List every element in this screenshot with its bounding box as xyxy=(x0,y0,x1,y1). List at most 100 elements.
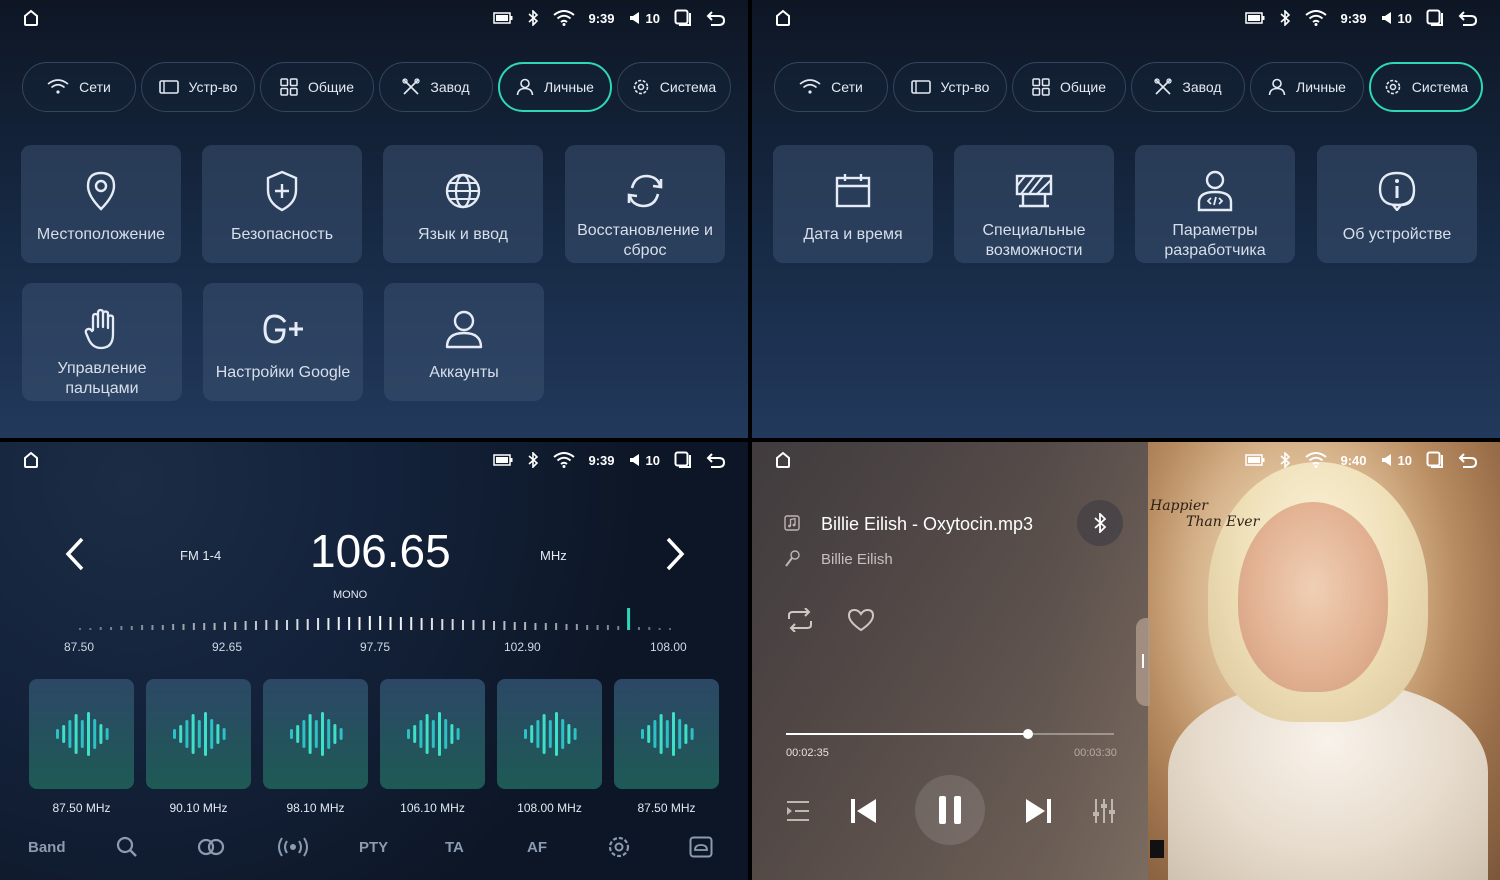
preset-1[interactable]: 87.50 MHz xyxy=(29,679,134,815)
tab-system[interactable]: Система xyxy=(617,62,731,112)
scale-label: 87.50 xyxy=(64,640,95,654)
recent-apps-icon[interactable] xyxy=(1426,451,1444,469)
waveform-bar xyxy=(61,725,65,743)
progress-bar[interactable] xyxy=(786,729,1114,739)
tab-factory[interactable]: Завод xyxy=(1131,62,1245,112)
artist-name: Billie Eilish xyxy=(821,551,893,568)
wifi-icon xyxy=(552,10,575,26)
next-track-icon[interactable] xyxy=(1023,796,1053,826)
home-icon[interactable] xyxy=(22,451,40,469)
pty-button[interactable]: PTY xyxy=(359,832,388,862)
wifi-icon xyxy=(1304,10,1327,26)
preset-2[interactable]: 90.10 MHz xyxy=(146,679,251,815)
waveform-bar xyxy=(573,728,577,740)
preset-3[interactable]: 98.10 MHz xyxy=(263,679,368,815)
preset-label: 98.10 MHz xyxy=(286,801,345,815)
volume-indicator[interactable]: 10 xyxy=(629,453,660,468)
settings-tabs: Сети Устр-во Общие Завод Личные Система xyxy=(22,62,731,112)
gear-icon xyxy=(633,79,649,95)
waveform-bar xyxy=(314,720,318,748)
playlist-icon[interactable] xyxy=(785,799,811,823)
battery-icon xyxy=(1244,454,1264,466)
tab-networks[interactable]: Сети xyxy=(22,62,136,112)
tab-label: Система xyxy=(659,79,717,95)
source-button[interactable] xyxy=(689,832,713,862)
home-icon[interactable] xyxy=(774,451,792,469)
seek-next-arrow-icon[interactable] xyxy=(664,536,686,572)
broadcast-button[interactable] xyxy=(277,832,309,862)
preset-4[interactable]: 106.10 MHz xyxy=(380,679,485,815)
waveform-bar xyxy=(535,720,539,748)
tile-finger-control[interactable]: Управление пальцами xyxy=(22,283,182,401)
tile-location[interactable]: Местоположение xyxy=(21,145,181,263)
tab-general[interactable]: Общие xyxy=(1012,62,1126,112)
bluetooth-button[interactable] xyxy=(1077,500,1123,546)
gear-icon xyxy=(608,836,630,858)
location-pin-icon xyxy=(86,171,116,211)
preset-label: 87.50 MHz xyxy=(637,801,696,815)
tile-developer-options[interactable]: Параметры разработчика xyxy=(1135,145,1295,263)
seek-prev-arrow-icon[interactable] xyxy=(64,536,86,572)
heart-icon[interactable] xyxy=(847,608,875,632)
tab-personal[interactable]: Личные xyxy=(498,62,612,112)
recent-apps-icon[interactable] xyxy=(674,9,692,27)
home-icon[interactable] xyxy=(22,9,40,27)
tile-accounts[interactable]: Аккаунты xyxy=(384,283,544,401)
waveform-bar xyxy=(671,712,675,756)
recent-apps-icon[interactable] xyxy=(1426,9,1444,27)
band-button[interactable]: Band xyxy=(28,832,66,862)
back-icon[interactable] xyxy=(1458,10,1478,26)
current-frequency-marker[interactable] xyxy=(627,608,631,630)
waveform-bar xyxy=(418,720,422,748)
previous-track-icon[interactable] xyxy=(849,796,879,826)
tile-language-input[interactable]: Язык и ввод xyxy=(383,145,543,263)
search-button[interactable] xyxy=(116,832,138,862)
waveform-bar xyxy=(332,724,336,744)
equalizer-icon[interactable] xyxy=(1091,798,1117,824)
calendar-icon xyxy=(835,174,871,208)
drawer-handle[interactable] xyxy=(1136,618,1150,706)
waveform-bar xyxy=(203,712,207,756)
volume-indicator[interactable]: 10 xyxy=(629,11,660,26)
tile-date-time[interactable]: Дата и время xyxy=(773,145,933,263)
tile-google-settings[interactable]: Настройки Google xyxy=(203,283,363,401)
tile-backup-reset[interactable]: Восстановление и сброс xyxy=(565,145,725,263)
tab-networks[interactable]: Сети xyxy=(774,62,888,112)
waveform-bar xyxy=(98,724,102,744)
tile-about-device[interactable]: Об устройстве xyxy=(1317,145,1477,263)
stereo-button[interactable] xyxy=(197,832,225,862)
repeat-icon[interactable] xyxy=(785,608,815,632)
ta-button[interactable]: TA xyxy=(445,832,464,862)
tab-device[interactable]: Устр-во xyxy=(893,62,1007,112)
play-pause-button[interactable] xyxy=(915,775,985,845)
speaker-icon xyxy=(1381,454,1391,466)
tab-general[interactable]: Общие xyxy=(260,62,374,112)
waveform-bar xyxy=(566,724,570,744)
tile-accessibility[interactable]: Специальные возможности xyxy=(954,145,1114,263)
tab-factory[interactable]: Завод xyxy=(379,62,493,112)
back-icon[interactable] xyxy=(706,10,726,26)
tab-device[interactable]: Устр-во xyxy=(141,62,255,112)
recent-apps-icon[interactable] xyxy=(674,451,692,469)
back-icon[interactable] xyxy=(1458,452,1478,468)
music-player-screen: Happier Than Ever 9:40 10 Billie Eilish … xyxy=(752,442,1500,880)
tab-system[interactable]: Система xyxy=(1369,62,1483,112)
battery-icon xyxy=(492,12,512,24)
preset-5[interactable]: 108.00 MHz xyxy=(497,679,602,815)
volume-indicator[interactable]: 10 xyxy=(1381,11,1412,26)
speaker-icon xyxy=(629,12,639,24)
back-icon[interactable] xyxy=(706,452,726,468)
clock: 9:40 xyxy=(1340,452,1367,468)
preset-6[interactable]: 87.50 MHz xyxy=(614,679,719,815)
volume-indicator[interactable]: 10 xyxy=(1381,453,1412,468)
waveform-bar xyxy=(677,719,681,749)
tab-personal[interactable]: Личные xyxy=(1250,62,1364,112)
clock: 9:39 xyxy=(588,452,615,468)
progress-knob[interactable] xyxy=(1023,729,1034,739)
af-button[interactable]: AF xyxy=(527,832,547,862)
frequency-scale[interactable] xyxy=(60,602,690,636)
home-icon[interactable] xyxy=(774,9,792,27)
tools-icon xyxy=(1154,78,1173,95)
tile-security[interactable]: Безопасность xyxy=(202,145,362,263)
settings-button[interactable] xyxy=(607,832,631,862)
